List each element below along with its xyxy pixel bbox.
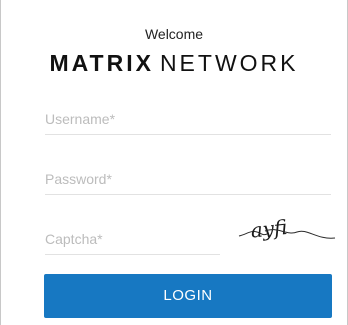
username-placeholder: Username* — [45, 111, 116, 127]
welcome-text: Welcome — [144, 26, 204, 42]
captcha-image-icon: ayfi — [238, 215, 336, 243]
captcha-text: ayfi — [250, 215, 289, 243]
login-button[interactable]: LOGIN — [44, 274, 332, 318]
captcha-field[interactable]: Captcha* — [45, 228, 220, 255]
brand-name-light: NETWORK — [159, 50, 299, 76]
login-panel: Welcome MATRIX NETWORK Username* Password… — [0, 0, 348, 325]
brand-logo: MATRIX NETWORK — [1, 50, 347, 77]
username-field[interactable]: Username* — [45, 108, 331, 135]
password-placeholder: Password* — [45, 171, 112, 187]
password-field[interactable]: Password* — [45, 168, 331, 195]
captcha-placeholder: Captcha* — [45, 231, 103, 247]
brand-name-bold: MATRIX — [49, 50, 154, 76]
